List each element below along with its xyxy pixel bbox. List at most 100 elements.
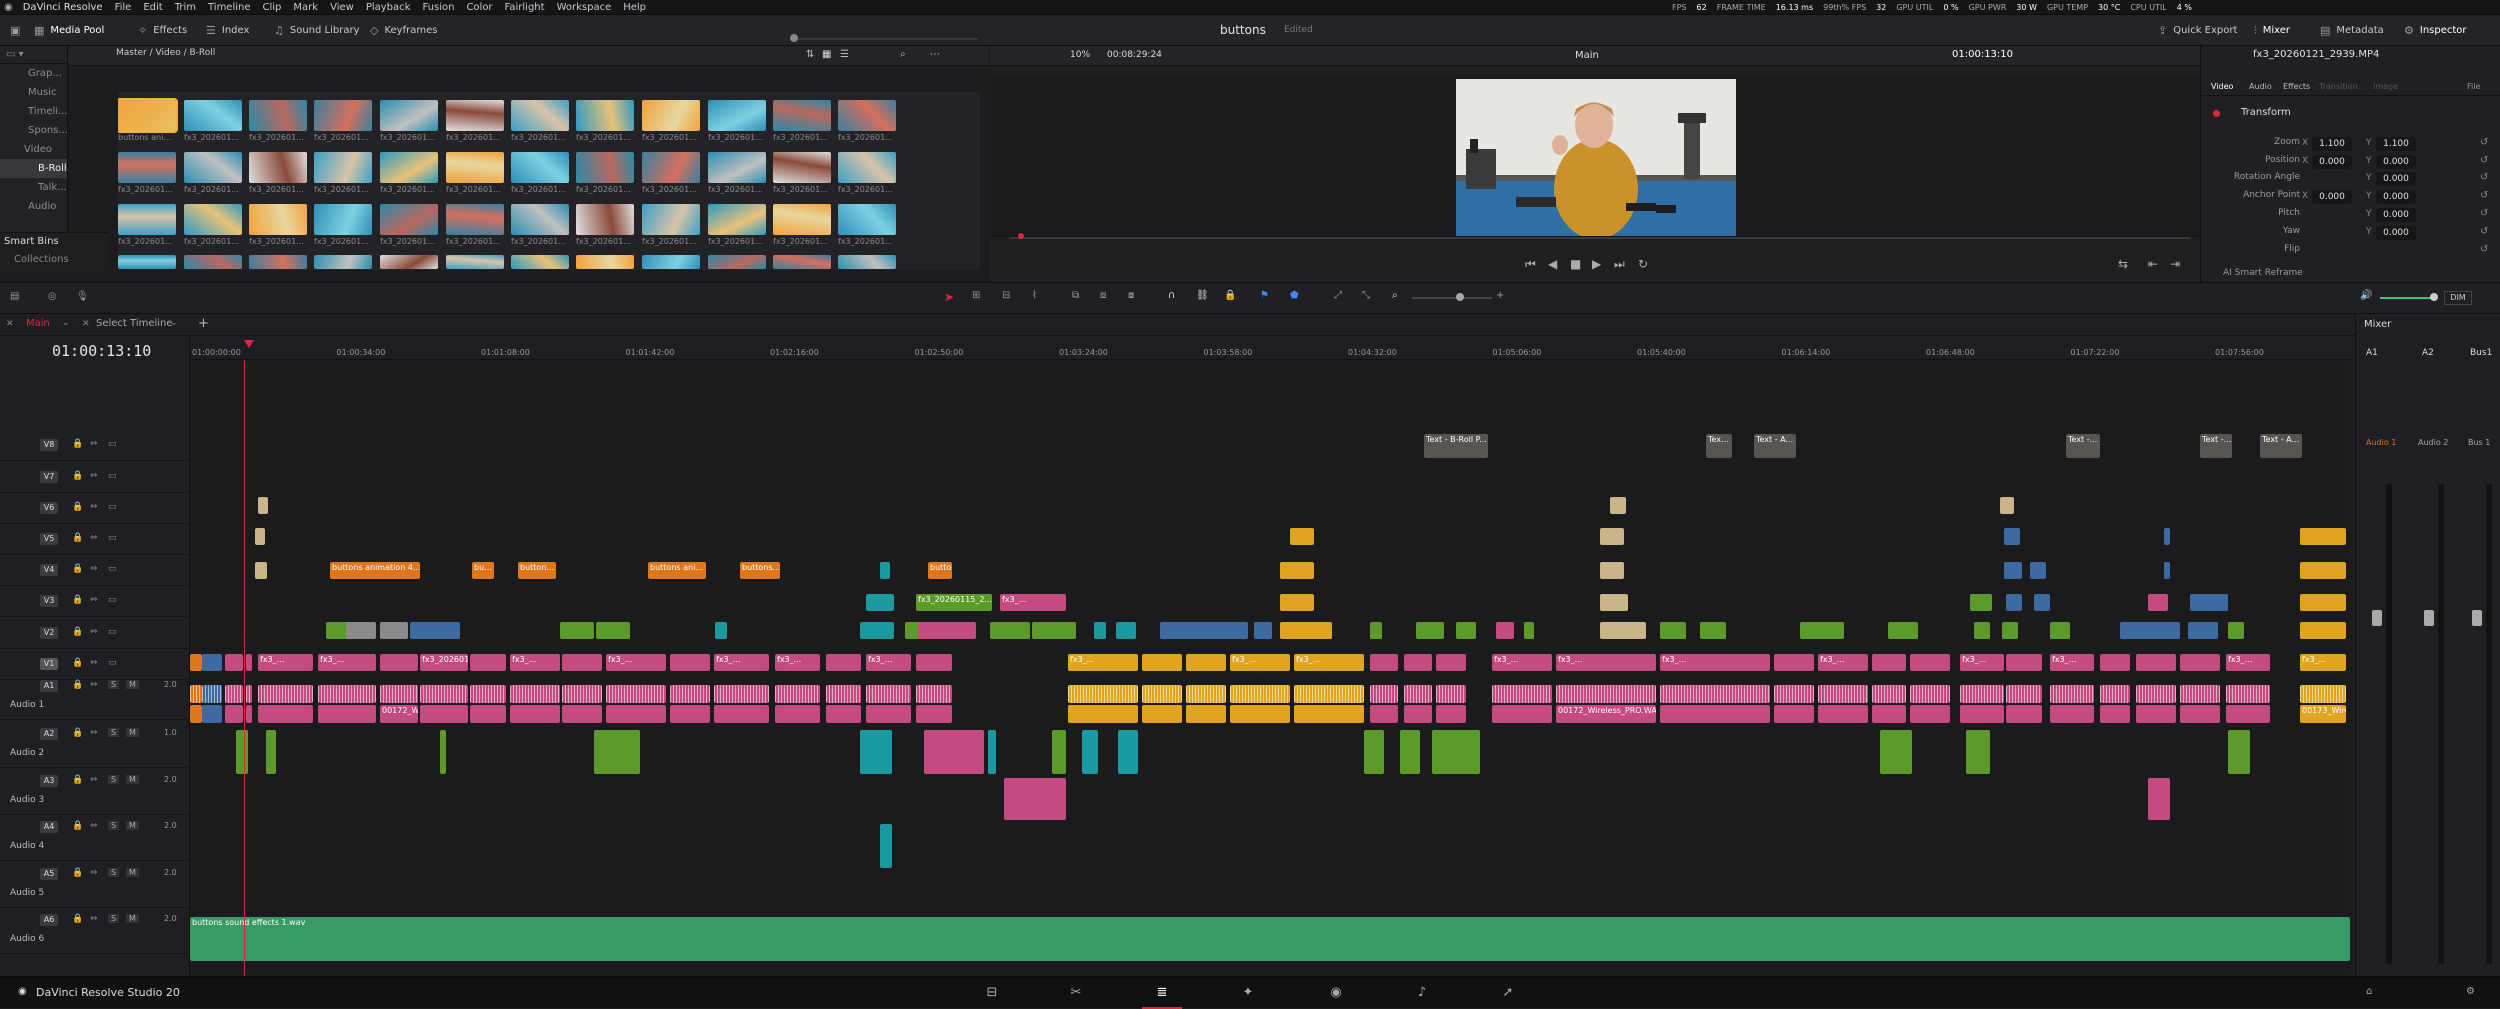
- smart-reframe-section[interactable]: AI Smart Reframe: [2223, 268, 2303, 278]
- reset-icon[interactable]: ↺: [2480, 190, 2488, 201]
- v5-clip[interactable]: [1290, 528, 1314, 545]
- a1-clip-lower[interactable]: [258, 705, 313, 723]
- auto-select-icon[interactable]: ⇔: [90, 564, 98, 574]
- v2-clip[interactable]: [1660, 622, 1686, 639]
- media-clip-thumbnail[interactable]: [708, 152, 766, 183]
- visibility-icon[interactable]: ▭: [108, 595, 117, 605]
- lock-icon[interactable]: 🔒: [1224, 290, 1236, 301]
- v2-clip[interactable]: [1700, 622, 1726, 639]
- a1-clip-lower[interactable]: [318, 705, 376, 723]
- fader-bus1[interactable]: [2472, 610, 2482, 626]
- v1-clip[interactable]: [2006, 654, 2042, 671]
- v2-clip[interactable]: [1416, 622, 1444, 639]
- timeline-ruler[interactable]: 01:00:00:00 01:00:34:00 01:01:08:00 01:01:4…: [190, 336, 2350, 366]
- media-clip-thumbnail[interactable]: [708, 204, 766, 235]
- v4-clip[interactable]: buttons animation 4...: [928, 562, 952, 579]
- visibility-icon[interactable]: ▭: [108, 658, 117, 668]
- lock-icon[interactable]: 🔒: [72, 868, 83, 878]
- a1-clip-lower[interactable]: [1186, 705, 1226, 723]
- index-button[interactable]: ☰ Index: [206, 15, 249, 46]
- v1-clip[interactable]: [225, 654, 243, 671]
- menu-help[interactable]: Help: [623, 2, 646, 13]
- sound-library-button[interactable]: ♫ Sound Library: [274, 15, 360, 46]
- transform-x-value[interactable]: 0.000: [2312, 155, 2352, 169]
- a1-clip-lower[interactable]: 00172_Wireles...: [380, 705, 418, 723]
- auto-select-icon[interactable]: ⇔: [90, 502, 98, 512]
- v3-clip[interactable]: [2148, 594, 2168, 611]
- v2-clip[interactable]: [560, 622, 594, 639]
- settings-gear-icon[interactable]: ⚙: [2466, 986, 2475, 997]
- lock-icon[interactable]: 🔒: [72, 914, 83, 924]
- list-view-icon[interactable]: ▭ ▾: [6, 49, 24, 60]
- v2-clip[interactable]: [1524, 622, 1534, 639]
- playhead-handle[interactable]: [244, 340, 254, 348]
- media-clip-thumbnail[interactable]: [708, 255, 766, 269]
- a1-clip-lower[interactable]: [1960, 705, 2004, 723]
- text-clip[interactable]: Text -...: [2066, 434, 2100, 458]
- v4-clip[interactable]: buttons animation 4...: [330, 562, 420, 579]
- a1-clip-lower[interactable]: [2100, 705, 2130, 723]
- media-clip-thumbnail[interactable]: [511, 152, 569, 183]
- search-icon[interactable]: ⌕: [900, 49, 906, 60]
- media-clip-thumbnail[interactable]: [249, 204, 307, 235]
- media-clip-thumbnail[interactable]: [314, 204, 372, 235]
- auto-select-icon[interactable]: ⇔: [90, 914, 98, 924]
- a1-clip-lower[interactable]: 00173_Wireles...: [2300, 705, 2346, 723]
- v1-clip[interactable]: fx3_...: [2226, 654, 2270, 671]
- v2-clip[interactable]: [346, 622, 376, 639]
- v2-clip[interactable]: [715, 622, 727, 639]
- audio-track-header[interactable]: A3 🔒 ⇔ S M 2.0 Audio 3: [0, 769, 190, 815]
- lock-icon[interactable]: 🔒: [72, 502, 83, 512]
- page-cut-icon[interactable]: ✂: [1056, 977, 1096, 1009]
- v1-clip[interactable]: [1774, 654, 1814, 671]
- transform-y-value[interactable]: 0.000: [2376, 208, 2416, 222]
- page-color-icon[interactable]: ◉: [1316, 977, 1356, 1009]
- a1-clip[interactable]: [420, 685, 468, 703]
- solo-button[interactable]: S: [108, 728, 120, 737]
- play-icon[interactable]: ▶: [1592, 257, 1601, 271]
- loop-icon[interactable]: ↻: [1638, 257, 1648, 271]
- media-clip-thumbnail[interactable]: [708, 100, 766, 131]
- fader-a2[interactable]: [2424, 610, 2434, 626]
- replace-clip-icon[interactable]: ⧇: [1128, 290, 1134, 301]
- mute-button[interactable]: M: [126, 775, 139, 784]
- video-track-header[interactable]: V2 🔒 ⇔ ▭: [0, 618, 190, 649]
- view-options-icon[interactable]: ◎: [48, 291, 57, 302]
- visibility-icon[interactable]: ▭: [108, 627, 117, 637]
- v4-clip[interactable]: [2300, 562, 2346, 579]
- menu-view[interactable]: View: [330, 2, 354, 13]
- timeline-lanes[interactable]: fx3_...fx3_...fx3_20260121_2939...fx3_..…: [190, 360, 2350, 976]
- auto-select-icon[interactable]: ⇔: [90, 533, 98, 543]
- tab-audio[interactable]: Audio: [2249, 82, 2272, 91]
- sort-icon[interactable]: ⇅: [806, 49, 814, 60]
- v2-clip[interactable]: [2050, 622, 2070, 639]
- media-clip-thumbnail[interactable]: [511, 255, 569, 269]
- solo-button[interactable]: S: [108, 680, 120, 689]
- a1-clip-lower[interactable]: [1436, 705, 1466, 723]
- audio-track-header[interactable]: A1 🔒 ⇔ S M 2.0 Audio 1: [0, 674, 190, 720]
- v3-clip[interactable]: fx3_...: [1000, 594, 1066, 611]
- media-clip-thumbnail[interactable]: [838, 204, 896, 235]
- v2-clip[interactable]: [1496, 622, 1514, 639]
- a1-clip[interactable]: [1774, 685, 1814, 703]
- v1-clip[interactable]: [1872, 654, 1906, 671]
- page-fusion-icon[interactable]: ✦: [1228, 977, 1268, 1009]
- v2-clip[interactable]: [1254, 622, 1272, 639]
- v2-clip[interactable]: [2120, 622, 2180, 639]
- a2-clip[interactable]: [1880, 730, 1912, 774]
- text-clip[interactable]: Tex...: [1706, 434, 1732, 458]
- transform-x-value[interactable]: 1.100: [2312, 137, 2352, 151]
- a1-clip[interactable]: [225, 685, 243, 703]
- list-view-icon[interactable]: ☰: [840, 49, 849, 60]
- v4-clip[interactable]: [255, 562, 267, 579]
- a1-clip[interactable]: [380, 685, 418, 703]
- a1-clip[interactable]: [510, 685, 560, 703]
- v4-clip[interactable]: [2164, 562, 2170, 579]
- v2-clip[interactable]: [1032, 622, 1076, 639]
- video-track-header[interactable]: V8 🔒 ⇔ ▭: [0, 430, 190, 461]
- media-clip-thumbnail[interactable]: [773, 255, 831, 269]
- a1-clip-lower[interactable]: [606, 705, 666, 723]
- v1-clip[interactable]: [1142, 654, 1182, 671]
- v4-clip[interactable]: button...: [518, 562, 556, 579]
- inspector-button[interactable]: ⚙ Inspector: [2404, 15, 2467, 46]
